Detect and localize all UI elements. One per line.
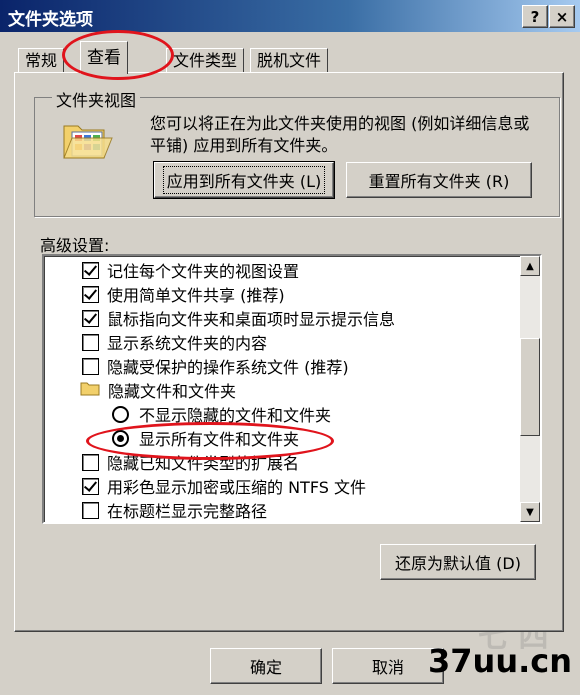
checkbox-checked[interactable]	[82, 477, 99, 495]
setting-label: 在标题栏显示完整路径	[107, 502, 268, 521]
tab-view[interactable]: 查看	[80, 41, 128, 74]
checkbox-unchecked[interactable]	[82, 357, 99, 375]
restore-defaults-button[interactable]: 还原为默认值 (D)	[380, 544, 536, 580]
setting-show-tips[interactable]: 鼠标指向文件夹和桌面项时显示提示信息	[44, 306, 518, 330]
setting-group-hidden-files: 隐藏文件和文件夹	[44, 378, 518, 402]
tab-general[interactable]: 常规	[18, 48, 65, 73]
checkbox-checked[interactable]	[82, 285, 99, 303]
checkbox-checked[interactable]	[82, 309, 99, 327]
setting-label: 不显示隐藏的文件和文件夹	[139, 406, 332, 425]
apply-to-all-folders-label: 应用到所有文件夹 (L)	[162, 166, 326, 194]
apply-to-all-folders-button[interactable]: 应用到所有文件夹 (L)	[153, 161, 335, 199]
setting-remember-view[interactable]: 记住每个文件夹的视图设置	[44, 258, 518, 282]
vertical-scrollbar[interactable]: ▲ ▼	[520, 256, 540, 522]
help-button[interactable]: ?	[522, 5, 548, 28]
folder-view-description: 您可以将正在为此文件夹使用的视图 (例如详细信息或平铺) 应用到所有文件夹。	[150, 114, 530, 155]
setting-color-ntfs[interactable]: 用彩色显示加密或压缩的 NTFS 文件	[44, 474, 518, 498]
setting-hide-extensions[interactable]: 隐藏已知文件类型的扩展名	[44, 450, 518, 474]
setting-system-folder-contents[interactable]: 显示系统文件夹的内容	[44, 330, 518, 354]
folder-view-icon	[62, 118, 114, 166]
checkbox-unchecked[interactable]	[82, 453, 99, 471]
setting-show-all-files[interactable]: 显示所有文件和文件夹	[44, 426, 518, 450]
setting-label: 显示所有文件和文件夹	[139, 430, 300, 449]
radio-unselected[interactable]	[112, 405, 129, 423]
close-button[interactable]: ×	[549, 5, 575, 28]
setting-simple-sharing[interactable]: 使用简单文件共享 (推荐)	[44, 282, 518, 306]
radio-selected[interactable]	[112, 429, 129, 447]
advanced-settings-label: 高级设置:	[40, 236, 110, 255]
title-bar: 文件夹选项 ? ×	[0, 0, 580, 32]
reset-all-folders-button[interactable]: 重置所有文件夹 (R)	[346, 162, 532, 198]
setting-label: 用彩色显示加密或压缩的 NTFS 文件	[107, 478, 366, 497]
setting-label: 隐藏已知文件类型的扩展名	[107, 454, 300, 473]
setting-dont-show-hidden[interactable]: 不显示隐藏的文件和文件夹	[44, 402, 518, 426]
checkbox-unchecked[interactable]	[82, 333, 99, 351]
setting-hide-protected-os-files[interactable]: 隐藏受保护的操作系统文件 (推荐)	[44, 354, 518, 378]
setting-label: 鼠标指向文件夹和桌面项时显示提示信息	[107, 310, 396, 329]
folder-icon	[80, 380, 100, 400]
checkbox-checked[interactable]	[82, 261, 99, 279]
setting-label: 隐藏受保护的操作系统文件 (推荐)	[107, 358, 349, 377]
scroll-thumb[interactable]	[520, 338, 540, 436]
folder-view-group-title: 文件夹视图	[52, 87, 141, 111]
setting-full-path-title[interactable]: 在标题栏显示完整路径	[44, 498, 518, 522]
window-title: 文件夹选项	[8, 10, 93, 30]
setting-label: 记住每个文件夹的视图设置	[107, 262, 300, 281]
scroll-down-icon[interactable]: ▼	[520, 502, 540, 522]
tab-file-types[interactable]: 文件类型	[166, 48, 245, 73]
tab-offline-files[interactable]: 脱机文件	[250, 48, 329, 73]
setting-group-label: 隐藏文件和文件夹	[108, 382, 237, 401]
checkbox-unchecked[interactable]	[82, 501, 99, 519]
ok-button[interactable]: 确定	[210, 648, 322, 684]
watermark-text: 37uu.cn	[428, 642, 572, 680]
setting-label: 显示系统文件夹的内容	[107, 334, 268, 353]
setting-label: 使用简单文件共享 (推荐)	[107, 286, 285, 305]
advanced-settings-list[interactable]: 记住每个文件夹的视图设置 使用简单文件共享 (推荐) 鼠标指向文件夹和桌面项时显…	[42, 254, 542, 524]
scroll-up-icon[interactable]: ▲	[520, 256, 540, 276]
